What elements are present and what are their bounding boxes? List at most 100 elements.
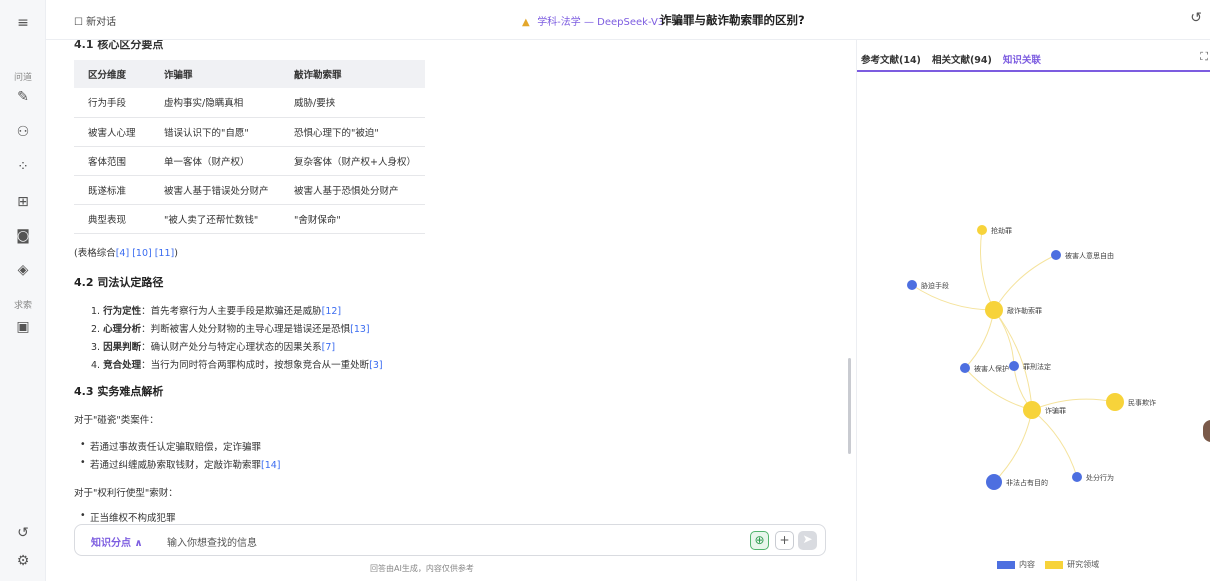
table-row: 行为手段 虚构事实/隐瞒真相 威胁/要挟 [74,88,425,118]
section-heading-4-2: 4.2 司法认定路径 [74,276,164,289]
list-item: 4. 竞合处理：当行为同时符合两罪构成时，按想象竞合从一重处断[3] [91,357,383,371]
avatar[interactable] [1203,420,1210,442]
legend-label-content: 内容 [1019,560,1035,569]
bullet-item: 若通过纠缠威胁索取钱财，定敲诈勒索罪[14] [80,457,281,471]
list-number: 3. [91,342,101,353]
scan-icon[interactable]: ◙ [14,227,32,245]
graph-node[interactable] [1072,472,1082,482]
graph-node-label: 民事欺诈 [1128,398,1156,407]
new-chat-button[interactable]: ☐ 新对话 [74,13,116,28]
model-selector[interactable]: ▲ 学科-法学 — DeepSeek-V3 [522,13,664,28]
settings-icon[interactable]: ⚙ [14,552,32,570]
table-header: 敲诈勒索罪 [280,60,425,88]
citation-link[interactable]: [14] [261,460,281,471]
book-icon[interactable]: ⊞ [14,193,32,211]
citation-link[interactable]: [12] [322,306,342,317]
graph-node[interactable] [1023,401,1041,419]
list-term: 心理分析 [103,324,142,335]
list-item: 2. 心理分析：判断被害人处分财物的主导心理是错误还是恐惧[13] [91,321,370,335]
save-icon[interactable]: ▣ [14,318,32,336]
list-item: 3. 因果判断：确认财产处分与特定心理状态的因果关系[7] [91,339,335,353]
graph-node-label: 被害人意思自由 [1065,251,1114,260]
legend-swatch-field [1045,560,1064,569]
graph-node[interactable] [986,474,1002,490]
ai-disclaimer: 回答由AI生成，内容仅供参考 [370,564,474,573]
edit-icon[interactable]: ✎ [14,88,32,106]
edit-icon: ☐ [74,17,83,28]
search-input[interactable]: 输入你想查找的信息 [167,534,257,549]
graph-node[interactable] [1106,393,1124,411]
graph-link [1031,409,1078,478]
section-heading-4-1: 4.1 核心区分要点 [74,40,164,51]
citation-link[interactable]: [4] [10] [11] [116,248,175,259]
scrollbar[interactable] [848,358,851,454]
table-cell: 行为手段 [74,88,150,118]
tab-underline [857,70,1210,72]
hamburger-icon[interactable]: ≡ [14,14,32,32]
history-icon[interactable]: ↺ [14,524,32,542]
list-item: 1. 行为定性：首先考察行为人主要手段是欺骗还是威胁[12] [91,303,341,317]
graph-link [993,254,1057,311]
web-search-icon[interactable]: ⊕ [750,531,769,550]
citation-link[interactable]: [3] [369,360,382,371]
table-cell: 复杂客体（财产权+人身权） [280,146,425,176]
apps-icon[interactable]: ⁘ [14,158,32,176]
table-cell: 威胁/要挟 [280,88,425,118]
graph-node[interactable] [985,301,1003,319]
table-cell: 虚构事实/隐瞒真相 [150,88,280,118]
list-number: 1. [91,306,101,317]
knowledge-points-toggle[interactable]: 知识分点 ∧ [91,534,143,549]
table-row: 典型表现 "被人卖了还帮忙数钱" "舍财保命" [74,204,425,234]
knowledge-graph[interactable]: 抢劫罪被害人意思自由胁迫手段敲诈勒索罪被害人保护 罪刑法定诈骗罪 民事欺诈非法占有目… [857,80,1210,550]
tab-references[interactable]: 参考文献(14) [861,52,921,66]
sidebar: ≡ 问道 ✎ ⚇ ⁘ ⊞ ◙ ◈ 求索 ▣ ↺ ⚙ [0,0,46,581]
chat-title: 诈骗罪与敲诈勒索罪的区别? [660,13,805,27]
legend-swatch-content [997,560,1015,569]
graph-node-label: 胁迫手段 [921,281,949,290]
layers-icon[interactable]: ◈ [14,261,32,279]
list-term: 行为定性 [103,306,142,317]
graph-link [964,309,995,369]
graph-node-label: 敲诈勒索罪 [1007,306,1042,315]
list-number: 2. [91,324,101,335]
table-cell: 被害人基于恐惧处分财产 [280,175,425,205]
citation-link[interactable]: [13] [350,324,370,335]
bullet-item: 若通过事故责任认定骗取赔偿，定诈骗罪 [80,439,261,453]
panel-tabs: 参考文献(14) 相关文献(94) 知识关联 [861,52,1049,66]
send-icon[interactable]: ➤ [798,531,817,550]
graph-node[interactable] [960,363,970,373]
history-icon[interactable]: ↺ [1190,10,1202,26]
graph-link [993,409,1033,483]
graph-node[interactable] [907,280,917,290]
bullet-text: 正当维权不构成犯罪 [90,513,176,524]
table-note: (表格综合[4] [10] [11]) [74,245,178,259]
users-icon[interactable]: ⚇ [14,123,32,141]
bullet-item: 正当维权不构成犯罪 [80,510,176,524]
graph-legend: 内容 研究领域 [997,559,1099,570]
section-heading-4-3: 4.3 实务难点解析 [74,385,164,398]
tab-knowledge-graph[interactable]: 知识关联 [1003,52,1041,66]
add-icon[interactable]: + [775,531,794,550]
table-cell: 被害人心理 [74,117,150,147]
graph-node-label: 诈骗罪 [1045,406,1066,415]
citation-link[interactable]: [7] [322,342,335,353]
graph-node[interactable] [1051,250,1061,260]
list-text: ：首先考察行为人主要手段是欺骗还是威胁 [141,306,322,317]
table-cell: 客体范围 [74,146,150,176]
sidebar-label-search: 求索 [13,301,32,311]
list-text: ：当行为同时符合两罪构成时，按想象竞合从一重处断 [141,360,370,371]
paragraph: 对于"权利行使型"索财： [74,488,178,499]
tab-related-literature[interactable]: 相关文献(94) [932,52,992,66]
reference-panel: 参考文献(14) 相关文献(94) 知识关联 ⛶ 抢劫罪被害人意思自由胁迫手段敲… [856,40,1210,581]
question-input-bar[interactable]: 知识分点 ∧ 输入你想查找的信息 ⊕ + ➤ [74,524,826,556]
model-label: 学科-法学 — DeepSeek-V3 [537,17,665,28]
table-cell: 错误认识下的"自愿" [150,117,280,147]
graph-link [993,309,1033,411]
expand-icon[interactable]: ⛶ [1200,50,1208,64]
graph-node-label: 抢劫罪 [991,226,1012,235]
graph-node-label: 罪刑法定 [1023,362,1051,371]
table-cell: "舍财保命" [280,204,425,234]
graph-node[interactable] [977,225,987,235]
list-text: ：判断被害人处分财物的主导心理是错误还是恐惧 [141,324,351,335]
graph-node[interactable] [1009,361,1019,371]
